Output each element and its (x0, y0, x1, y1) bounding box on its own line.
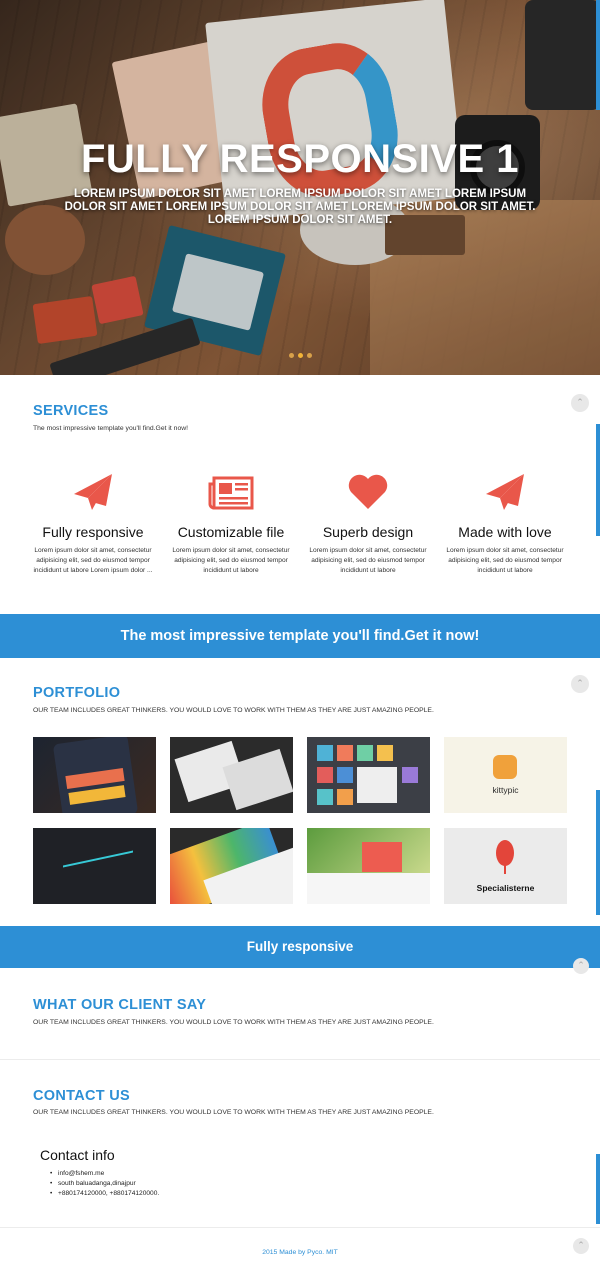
side-accent (596, 1154, 600, 1224)
slider-dots (0, 353, 600, 358)
chevron-up-icon: ⌃ (576, 678, 584, 688)
kittypic-logo-icon (493, 755, 517, 779)
heart-icon (348, 474, 388, 509)
service-text: Lorem ipsum dolor sit amet, consectetur … (33, 547, 153, 574)
portfolio-item[interactable] (170, 737, 293, 813)
side-accent (596, 790, 600, 915)
portfolio-item[interactable] (33, 737, 156, 813)
portfolio-item[interactable] (307, 737, 430, 813)
slider-dot[interactable] (288, 353, 294, 358)
scroll-up-button[interactable]: ⌃ (573, 958, 589, 974)
feature-banner: Fully responsive (0, 926, 600, 968)
paper-plane-icon (486, 474, 524, 510)
scroll-up-button[interactable]: ⌃ (571, 394, 589, 412)
service-title: Fully responsive (42, 524, 144, 540)
services-title: SERVICES (33, 403, 109, 419)
chevron-up-icon: ⌃ (576, 397, 584, 407)
scroll-up-button[interactable]: ⌃ (571, 675, 589, 693)
service-text: Lorem ipsum dolor sit amet, consectetur … (446, 547, 564, 574)
paper-plane-icon (74, 474, 112, 510)
services-subtitle: The most impressive template you'll find… (33, 425, 189, 432)
service-title: Superb design (322, 524, 414, 540)
testimonials-title: WHAT OUR CLIENT SAY (33, 997, 207, 1013)
contact-info-list: info@fshem.me south baluadanga,dinajpur … (50, 1169, 159, 1199)
side-accent (596, 0, 600, 110)
newspaper-icon (208, 476, 254, 510)
service-item: Made with love Lorem ipsum dolor sit ame… (441, 472, 569, 576)
service-item: Superb design Lorem ipsum dolor sit amet… (304, 472, 432, 576)
contact-phones: +880174120000, +880174120000. (50, 1189, 159, 1199)
testimonials-subtitle: OUR TEAM INCLUDES GREAT THINKERS. YOU WO… (33, 1019, 434, 1026)
service-title: Made with love (458, 524, 552, 540)
contact-title: CONTACT US (33, 1088, 130, 1104)
service-item: Customizable file Lorem ipsum dolor sit … (167, 472, 295, 576)
footer-credit[interactable]: 2015 Made by Pyco. MIT (0, 1249, 600, 1256)
hero-slider: FULLY RESPONSIVE 1 LOREM IPSUM DOLOR SIT… (0, 0, 600, 375)
contact-address: south baluadanga,dinajpur (50, 1179, 159, 1189)
hero-title: FULLY RESPONSIVE 1 (80, 137, 520, 181)
specialisterne-label: Specialisterne (476, 883, 535, 893)
slider-dot[interactable] (306, 353, 312, 358)
chevron-up-icon: ⌃ (577, 960, 585, 970)
service-text: Lorem ipsum dolor sit amet, consectetur … (309, 547, 427, 574)
service-title: Customizable file (177, 524, 285, 540)
slider-dot-active[interactable] (297, 353, 303, 358)
side-accent (596, 424, 600, 536)
contact-info-heading: Contact info (40, 1147, 115, 1163)
portfolio-item[interactable] (33, 828, 156, 904)
contact-email[interactable]: info@fshem.me (50, 1169, 159, 1179)
portfolio-item[interactable]: kittypic (444, 737, 567, 813)
portfolio-item[interactable] (170, 828, 293, 904)
portfolio-item[interactable]: Specialisterne (444, 828, 567, 904)
portfolio-item[interactable] (307, 828, 430, 904)
portfolio-subtitle: OUR TEAM INCLUDES GREAT THINKERS. YOU WO… (33, 707, 434, 714)
hero-subtitle: LOREM IPSUM DOLOR SIT AMET LOREM IPSUM D… (64, 188, 536, 226)
service-text: Lorem ipsum dolor sit amet, consectetur … (172, 547, 290, 574)
kittypic-label: kittypic (492, 785, 519, 795)
service-item: Fully responsive Lorem ipsum dolor sit a… (29, 472, 157, 576)
contact-subtitle: OUR TEAM INCLUDES GREAT THINKERS. YOU WO… (33, 1109, 434, 1116)
portfolio-title: PORTFOLIO (33, 685, 121, 701)
cta-banner: The most impressive template you'll find… (0, 614, 600, 658)
